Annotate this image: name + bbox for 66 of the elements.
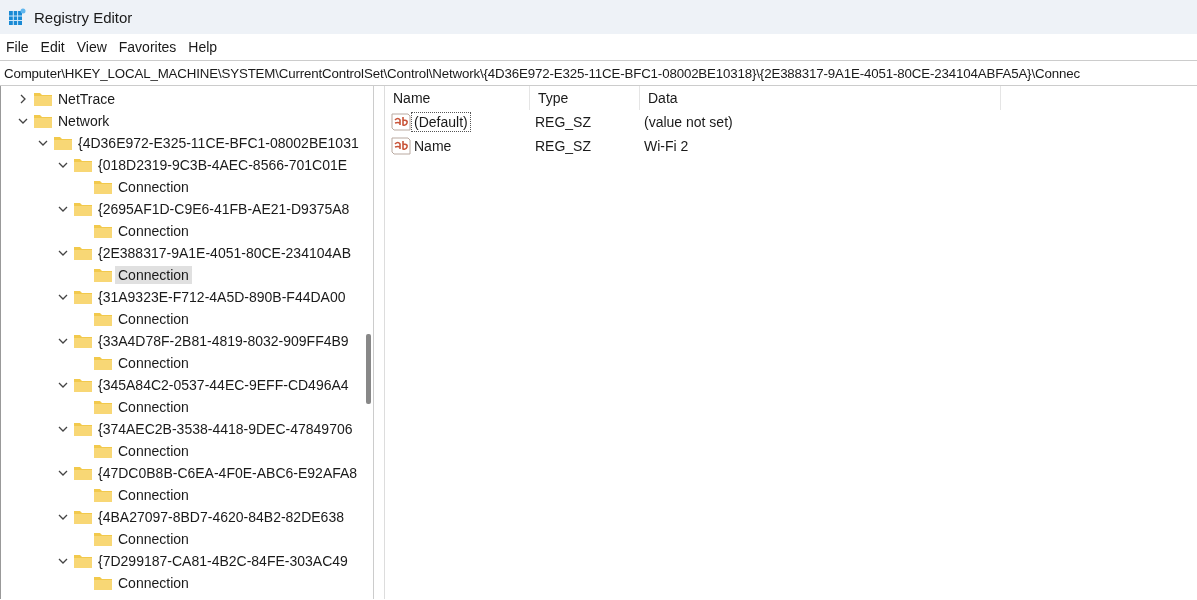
- value-data: (value not set): [643, 114, 734, 130]
- address-bar[interactable]: Computer\HKEY_LOCAL_MACHINE\SYSTEM\CurrentControlSet\Control\Network\{4D36E972-E325-11CE-BFC1-08002BE10318}\{2E388317-9A1E-4051-80CE-234104ABFA5A}\Connec: [0, 60, 1197, 86]
- menu-item[interactable]: Edit: [36, 39, 73, 55]
- folder-icon: [33, 91, 53, 107]
- folder-icon: [73, 157, 93, 173]
- tree-item[interactable]: Connection: [115, 574, 192, 592]
- folder-icon: [73, 465, 93, 481]
- tree-item[interactable]: {4BA27097-8BD7-4620-84B2-82DE638: [95, 508, 347, 526]
- menu-item[interactable]: File: [2, 39, 37, 55]
- value-data: Wi-Fi 2: [643, 138, 690, 154]
- folder-icon: [33, 113, 53, 129]
- tree-item[interactable]: Connection: [115, 178, 192, 196]
- folder-icon: [73, 333, 93, 349]
- registry-editor-icon: [8, 8, 26, 26]
- tree-item[interactable]: {2695AF1D-C9E6-41FB-AE21-D9375A8: [95, 200, 353, 218]
- tree-item[interactable]: {2E388317-9A1E-4051-80CE-234104AB: [95, 244, 354, 262]
- column-header[interactable]: Name: [385, 86, 530, 110]
- value-name[interactable]: (Default): [411, 112, 471, 132]
- tree-item[interactable]: {345A84C2-0537-44EC-9EFF-CD496A4: [95, 376, 352, 394]
- tree-item[interactable]: Connection: [115, 266, 192, 284]
- folder-icon: [93, 531, 113, 547]
- folder-icon: [93, 223, 113, 239]
- menu-item[interactable]: Favorites: [114, 39, 185, 55]
- folder-icon: [73, 553, 93, 569]
- folder-icon: [93, 399, 113, 415]
- column-header[interactable]: Data: [640, 86, 1001, 110]
- window-title: Registry Editor: [34, 8, 133, 26]
- tree-item[interactable]: {31A9323E-F712-4A5D-890B-F44DA00: [95, 288, 349, 306]
- folder-icon: [93, 443, 113, 459]
- folder-icon: [73, 377, 93, 393]
- folder-icon: [93, 179, 113, 195]
- tree-item[interactable]: Connection: [115, 310, 192, 328]
- value-type: REG_SZ: [534, 138, 592, 154]
- tree-item[interactable]: Connection: [115, 530, 192, 548]
- column-header[interactable]: Type: [530, 86, 640, 110]
- tree-item[interactable]: {374AEC2B-3538-4418-9DEC-47849706: [95, 420, 356, 438]
- string-value-icon: [391, 113, 411, 131]
- tree-item[interactable]: Connection: [115, 486, 192, 504]
- tree-item[interactable]: {018D2319-9C3B-4AEC-8566-701C01E: [95, 156, 351, 174]
- tree-item[interactable]: NetTrace: [55, 90, 119, 108]
- folder-icon: [93, 267, 113, 283]
- folder-icon: [53, 135, 73, 151]
- folder-icon: [73, 509, 93, 525]
- string-value-icon: [391, 137, 411, 155]
- tree-item[interactable]: Connection: [115, 354, 192, 372]
- tree-item[interactable]: Network: [55, 112, 113, 130]
- folder-icon: [93, 355, 113, 371]
- folder-icon: [73, 245, 93, 261]
- menu-item[interactable]: Help: [184, 39, 226, 55]
- folder-icon: [73, 289, 93, 305]
- folder-icon: [93, 575, 113, 591]
- tree-item[interactable]: {33A4D78F-2B81-4819-8032-909FF4B9: [95, 332, 352, 350]
- tree-item[interactable]: Connection: [115, 222, 192, 240]
- folder-icon: [93, 487, 113, 503]
- folder-icon: [93, 311, 113, 327]
- value-name[interactable]: Name: [411, 136, 455, 156]
- menu-item[interactable]: View: [72, 39, 115, 55]
- tree-item[interactable]: {7D299187-CA81-4B2C-84FE-303AC49: [95, 552, 351, 570]
- folder-icon: [73, 421, 93, 437]
- tree-item[interactable]: Connection: [115, 442, 192, 460]
- scrollbar-thumb[interactable]: [366, 334, 371, 404]
- value-type: REG_SZ: [534, 114, 592, 130]
- tree-item[interactable]: {4D36E972-E325-11CE-BFC1-08002BE1031: [75, 134, 362, 152]
- tree-item[interactable]: {47DC0B8B-C6EA-4F0E-ABC6-E92AFA8: [95, 464, 361, 482]
- folder-icon: [73, 201, 93, 217]
- tree-item[interactable]: Connection: [115, 398, 192, 416]
